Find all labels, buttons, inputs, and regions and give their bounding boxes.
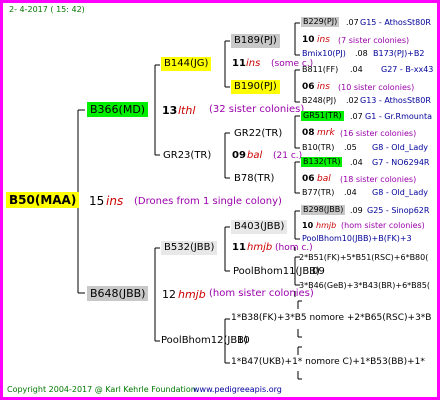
b132-queen[interactable]: B132(TR): [301, 157, 343, 167]
b229-breeder: G15 - AthosSt80R: [360, 18, 431, 27]
poolbhom11-top-pool: 2*B51(FK)+5*B51(RSC)+6*B80(: [299, 253, 429, 262]
b532-note: (hom c.): [275, 243, 313, 253]
bmix10-breeder: B173(PJ)+B2: [373, 49, 425, 58]
poolbhom12-year: 10: [237, 335, 250, 346]
root-gen-num: 15: [89, 194, 105, 208]
gr51-breeder: G1 - Gr.Rmounta: [365, 112, 432, 121]
gr23-gen-code: bal: [247, 150, 263, 161]
poolbhom10-queen[interactable]: PoolBhom10(JBB)+B(FK)+3: [302, 235, 412, 243]
poolbhom11-year: .09: [309, 266, 325, 277]
b248-year: .02: [346, 96, 359, 105]
b189-note: (7 sister colonies): [338, 36, 410, 45]
mother-queen[interactable]: B366(MD): [87, 102, 149, 117]
b532-gen-code: hmjb: [247, 242, 273, 253]
b532-queen[interactable]: B532(JBB): [161, 241, 218, 255]
b132-breeder: G7 - NO6294R: [372, 158, 430, 167]
gr51-year: .07: [350, 112, 363, 121]
gr22-note: (16 sister colonies): [340, 129, 417, 138]
b190-queen[interactable]: B190(PJ): [231, 80, 280, 94]
gr22-gen-num: 08: [302, 128, 315, 138]
b403-note: (hom sister colonies): [341, 221, 425, 230]
poolbhom12-bot-pool: 1*B47(UKB)+1* nomore C)+1*B53(BB)+1*: [231, 357, 425, 367]
b403-gen-num: 10: [302, 221, 314, 230]
b144-gen-num: 11: [232, 58, 246, 69]
b298-queen[interactable]: B298(JBB): [301, 205, 346, 215]
b229-year: .07: [346, 18, 359, 27]
b248-queen[interactable]: B248(PJ): [302, 97, 336, 105]
b189-queen[interactable]: B189(PJ): [231, 34, 280, 48]
b77-breeder: G8 - Old_Lady: [372, 188, 429, 197]
root-queen[interactable]: B50(MAA): [6, 192, 80, 208]
b229-queen[interactable]: B229(PJ): [301, 17, 340, 27]
pedigree-chart: 2- 4-2017 ( 15: 42) B50(MAA) 15 ins (Dro…: [0, 0, 440, 400]
gr23-queen[interactable]: GR23(TR): [163, 151, 211, 161]
b10tr-queen[interactable]: B10(TR): [302, 144, 334, 152]
b78-gen-num: 06: [302, 174, 315, 184]
b190-gen-num: 06: [302, 82, 315, 92]
footer-copyright: Copyright 2004-2017 @ Karl Kehrle Founda…: [7, 385, 199, 394]
b78-note: (18 sister colonies): [340, 175, 417, 184]
father-gen-num: 12: [162, 288, 176, 301]
b144-gen-code: ins: [246, 58, 261, 69]
gr22-queen[interactable]: GR22(TR): [234, 129, 282, 139]
father-note: (hom sister colonies): [209, 288, 314, 299]
b532-gen-num: 11: [232, 242, 246, 253]
b189-gen-num: 10: [302, 35, 315, 45]
b10tr-breeder: G8 - Old_Lady: [372, 143, 429, 152]
poolbhom12-top-pool: 1*B38(FK)+3*B5 nomore +2*B65(RSC)+3*B: [231, 313, 432, 323]
b811-year: .04: [350, 65, 363, 74]
b811-queen[interactable]: B811(FF): [302, 66, 338, 74]
b811-breeder: G27 - B-xx43: [381, 65, 434, 74]
b78-gen-code: bal: [317, 174, 331, 184]
poolbhom11-bot-pool: 3*B46(GeB)+3*B43(BR)+6*B85(: [299, 281, 430, 290]
b298-breeder: G25 - Sinop62R: [367, 206, 430, 215]
father-gen-code: hmjb: [178, 288, 206, 301]
b10tr-year: .05: [344, 143, 357, 152]
header-date: 2- 4-2017 ( 15: 42): [9, 5, 85, 14]
root-gen-code: ins: [106, 194, 124, 208]
b189-gen-code: ins: [317, 35, 330, 45]
b78-queen[interactable]: B78(TR): [234, 174, 274, 184]
father-queen[interactable]: B648(JBB): [87, 286, 149, 301]
poolbhom11-queen[interactable]: PoolBhom11(JBB): [233, 267, 320, 277]
bmix10-year: .08: [355, 49, 368, 58]
bmix10-queen[interactable]: Bmix10(PJ): [302, 50, 346, 58]
b144-queen[interactable]: B144(JG): [161, 57, 212, 71]
mother-gen-code: lthl: [178, 104, 196, 117]
mother-note: (32 sister colonies): [209, 104, 305, 115]
gr23-note: (21 c.): [273, 151, 303, 161]
poolbhom12-queen[interactable]: PoolBhom12(JBB): [161, 336, 248, 346]
b190-note: (10 sister colonies): [338, 83, 415, 92]
gr22-gen-code: mrk: [317, 128, 335, 138]
root-note: (Drones from 1 single colony): [134, 196, 282, 207]
b403-gen-code: hmjb: [316, 221, 337, 230]
b403-queen[interactable]: B403(JBB): [231, 220, 288, 234]
gr51-queen[interactable]: GR51(TR): [301, 111, 344, 121]
gr23-gen-num: 09: [232, 150, 246, 161]
mother-gen-num: 13: [162, 104, 178, 117]
b248-breeder: G13 - AthosSt80R: [360, 96, 431, 105]
b77-year: .04: [344, 188, 357, 197]
b190-gen-code: ins: [317, 82, 330, 92]
b298-year: .09: [350, 206, 363, 215]
footer-site-link[interactable]: www.pedigreeapis.org: [193, 386, 282, 394]
b77-queen[interactable]: B77(TR): [302, 189, 334, 197]
b132-year: .04: [350, 158, 363, 167]
